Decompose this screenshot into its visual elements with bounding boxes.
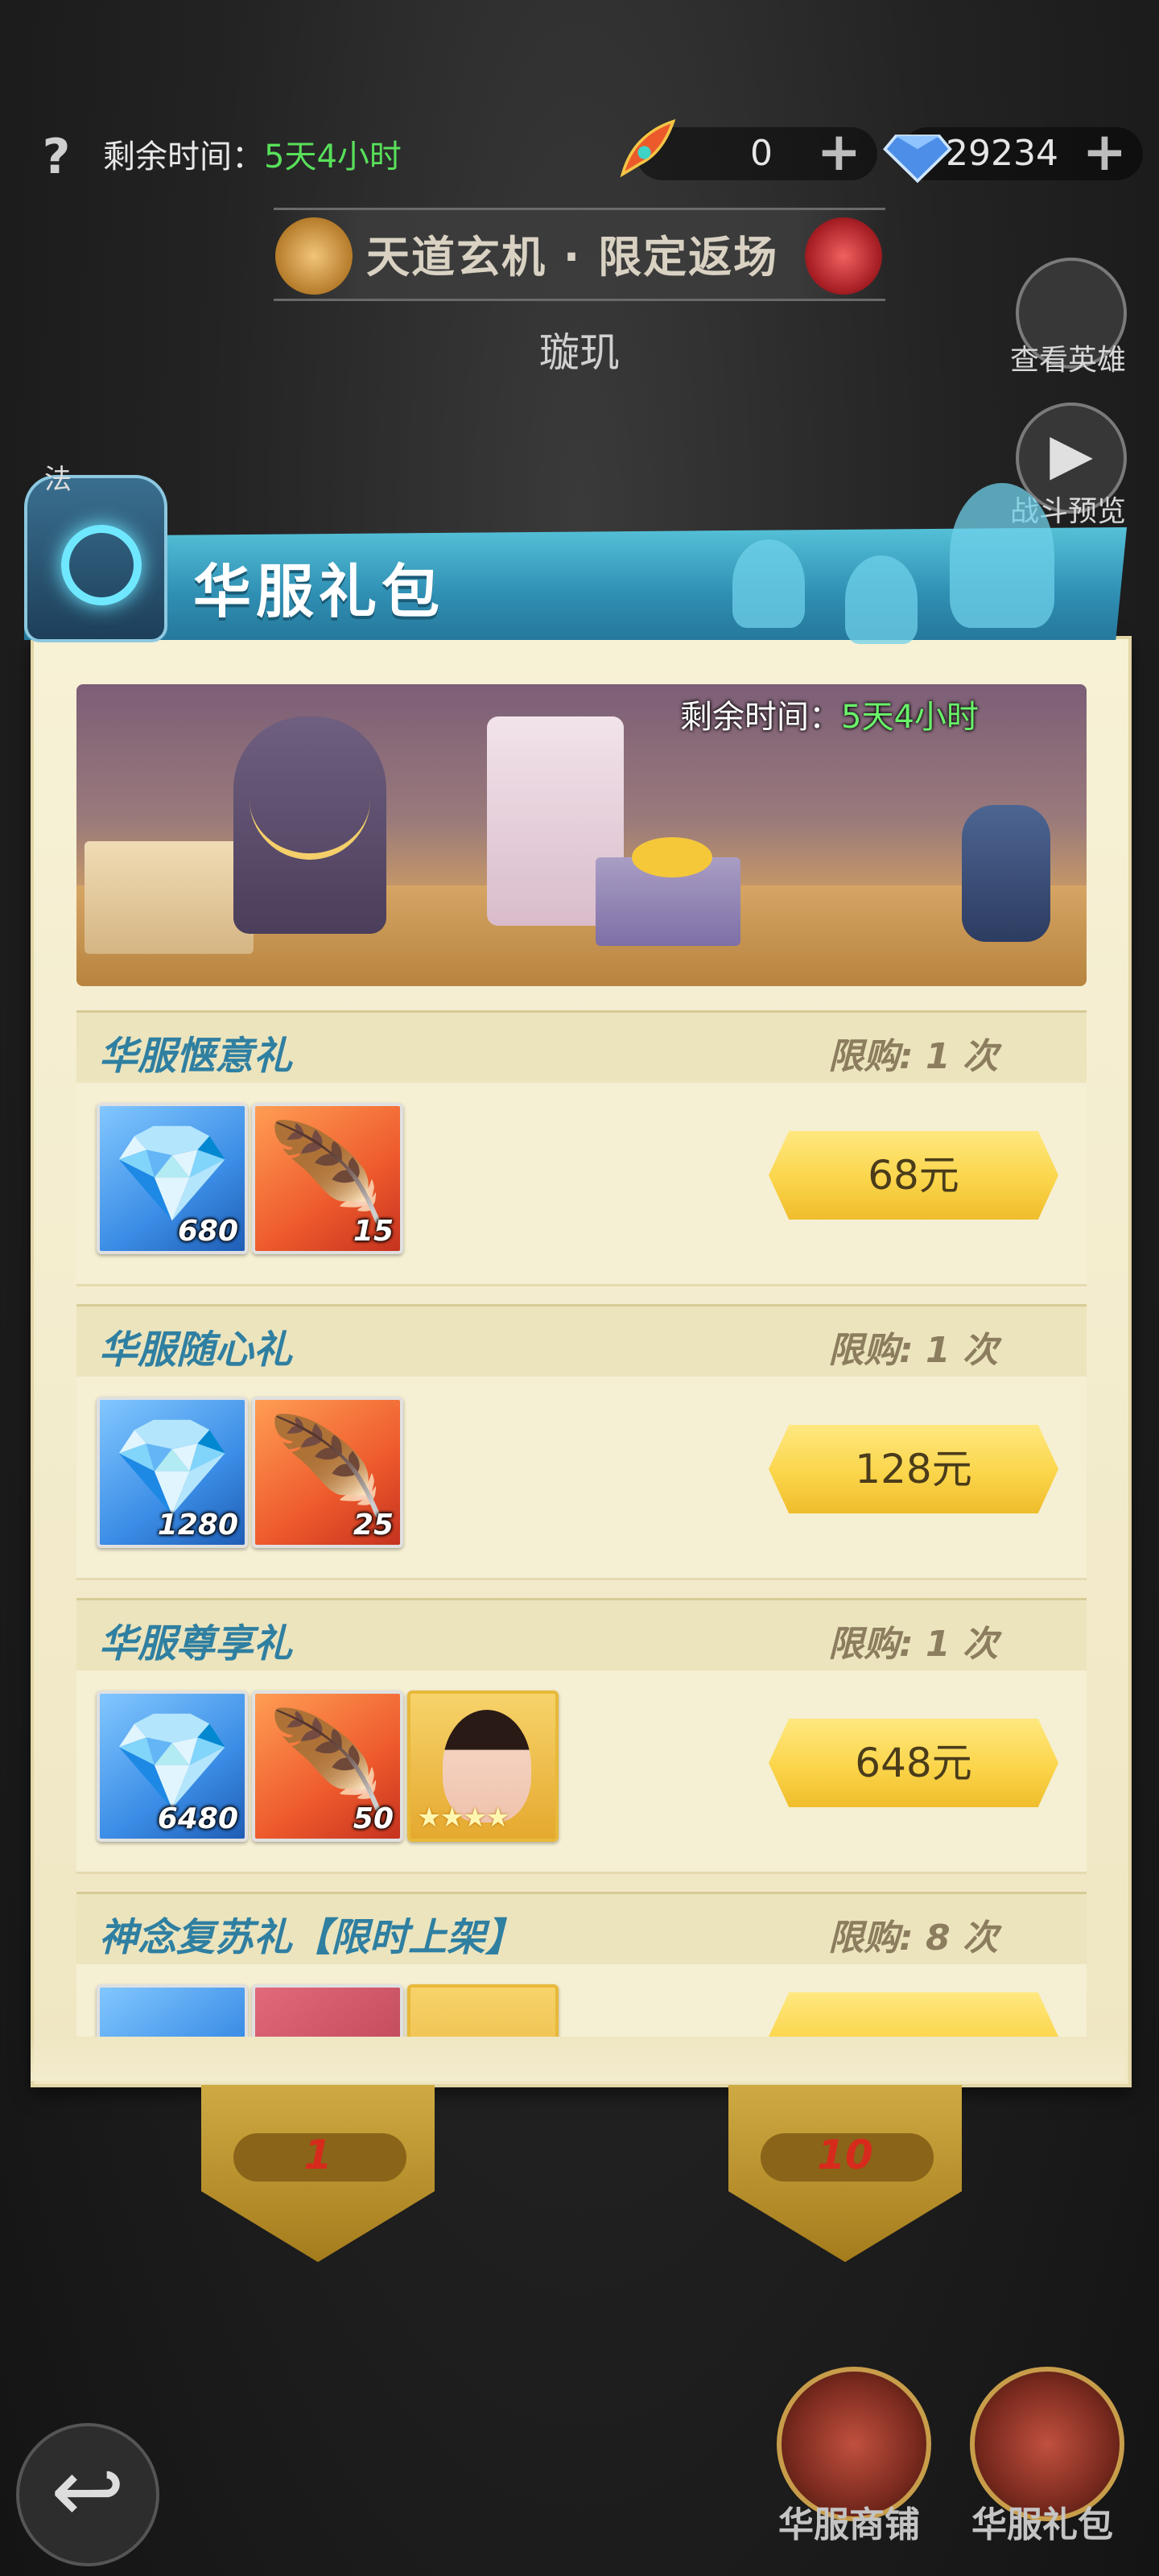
purchase-limit: 限购: 8 次 (828, 1918, 998, 1959)
view-hero-label: 查看英雄 (1009, 344, 1126, 377)
gift-name: 华服惬意礼 (99, 1034, 293, 1079)
gem-item[interactable]: 💎 680 (97, 1103, 248, 1254)
hero-item[interactable] (407, 1984, 559, 2037)
item-quantity: 1280 (157, 1509, 238, 1542)
gem-item[interactable]: 💎 1280 (97, 1397, 248, 1548)
item-quantity: 15 (353, 1215, 394, 1248)
gift-name: 神念复苏礼【限时上架】 (99, 1915, 525, 1960)
item-quantity: 6480 (157, 1802, 238, 1835)
feather-item[interactable]: 🪶 50 (252, 1690, 403, 1842)
gift-pack: 神念复苏礼【限时上架】 限购: 8 次 (76, 1892, 1087, 2037)
compass-emblem-icon (275, 217, 353, 295)
feather-count: 0 (750, 133, 773, 174)
mage-class-badge (24, 475, 167, 642)
gift-pack: 华服惬意礼 限购: 1 次 💎 680 🪶 15 68元 (76, 1010, 1087, 1286)
event-title-banner: 天道玄机 · 限定返场 (274, 208, 885, 301)
hero-stars: ★★★★ (417, 1802, 510, 1834)
item-quantity: 25 (353, 1509, 394, 1542)
add-feather-button[interactable]: + (817, 126, 861, 179)
costume-gift-label: 华服礼包 (971, 2504, 1113, 2545)
buy-button[interactable]: 648元 (769, 1719, 1058, 1807)
feather-item[interactable]: 🪶 15 (252, 1103, 403, 1254)
gift-box-image (85, 841, 254, 954)
gift-name: 华服随心礼 (99, 1327, 293, 1373)
hero-item[interactable]: ★★★★ (407, 1690, 559, 1842)
gift-pack: 华服尊享礼 限购: 1 次 💎 6480 🪶 50 ★★★★ 648元 (76, 1598, 1087, 1874)
buy-button[interactable]: 68元 (769, 1131, 1058, 1220)
item-quantity: 680 (177, 1215, 238, 1248)
purchase-limit: 限购: 1 次 (828, 1624, 998, 1665)
gem-count: 29234 (946, 133, 1058, 174)
event-title: 天道玄机 · 限定返场 (366, 232, 779, 283)
gift-name: 华服尊享礼 (99, 1621, 293, 1666)
recruit-ten-button[interactable]: 10 (728, 2085, 962, 2262)
class-tag: 法 (44, 464, 72, 496)
item-quantity: 50 (353, 1802, 394, 1835)
back-button[interactable]: ↩ (16, 2423, 159, 2566)
scroll-fade (31, 2037, 1125, 2081)
recruit-once-button[interactable]: 1 (201, 2085, 435, 2262)
buy-button[interactable] (769, 1992, 1058, 2037)
event-subtitle: 璇玑 (539, 329, 620, 376)
decor-silhouette (950, 483, 1054, 628)
panel-title: 华服礼包 (193, 558, 445, 625)
feather-icon (620, 118, 676, 178)
promo-remaining-time: 剩余时间：5天4小时 (680, 691, 979, 737)
purchase-limit: 限购: 1 次 (828, 1036, 998, 1077)
promo-remaining-label: 剩余时间： (680, 699, 841, 736)
decor-silhouette (845, 555, 918, 644)
purchase-limit: 限购: 1 次 (828, 1330, 998, 1371)
gem-item[interactable]: 💎 6480 (97, 1690, 248, 1842)
remaining-time-value: 5天4小时 (264, 138, 402, 175)
gift-pack: 华服随心礼 限购: 1 次 💎 1280 🪶 25 128元 (76, 1304, 1087, 1580)
gem-item[interactable] (97, 1984, 248, 2037)
feather-item[interactable] (252, 1984, 403, 2037)
add-gem-button[interactable]: + (1083, 126, 1127, 179)
dragon-emblem-icon (805, 217, 882, 295)
promo-remaining-value: 5天4小时 (841, 699, 979, 736)
buy-button[interactable]: 128元 (769, 1425, 1058, 1513)
recruit-once-cost: 1 (303, 2132, 332, 2178)
gem-icon (883, 134, 952, 184)
remaining-time-label: 剩余时间： (103, 138, 264, 175)
decor-silhouette (732, 539, 805, 628)
vase-image (962, 805, 1050, 942)
recruit-ten-cost: 10 (817, 2132, 873, 2178)
help-icon[interactable]: ? (32, 129, 80, 185)
event-remaining-time: 剩余时间：5天4小时 (103, 129, 402, 185)
feather-item[interactable]: 🪶 25 (252, 1397, 403, 1548)
costume-shop-label: 华服商铺 (778, 2504, 920, 2545)
